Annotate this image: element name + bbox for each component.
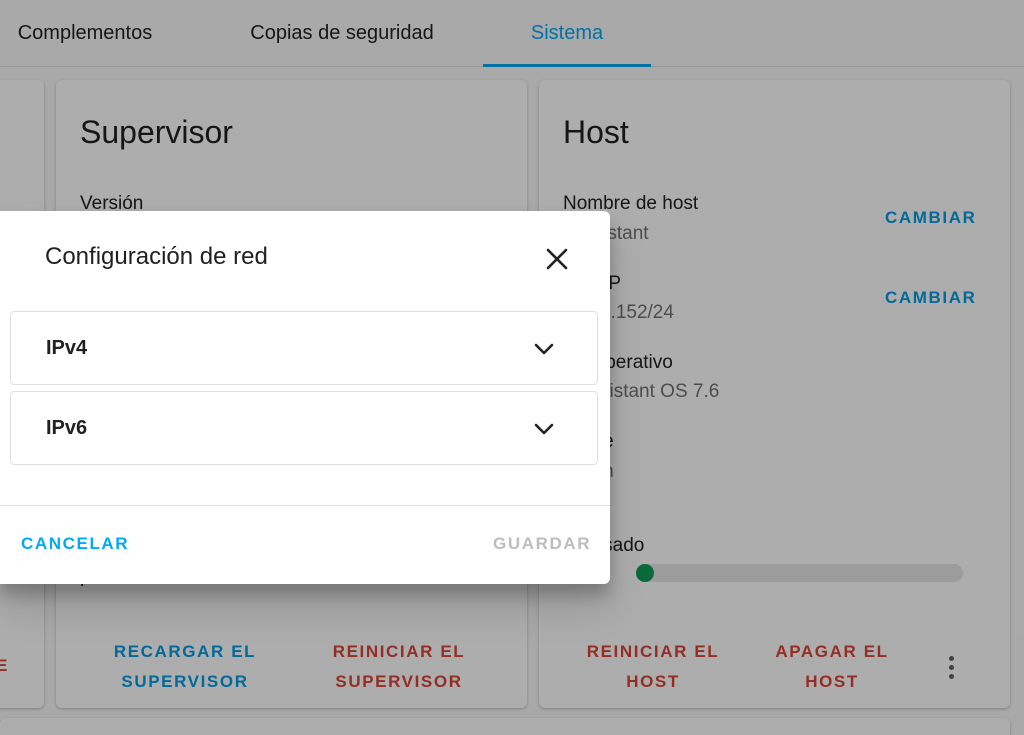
close-icon[interactable] xyxy=(538,240,576,278)
save-button[interactable]: GUARDAR xyxy=(493,529,591,559)
ipv4-panel[interactable]: IPv4 xyxy=(10,311,598,385)
ipv6-label: IPv6 xyxy=(46,416,88,439)
dialog-title: Configuración de red xyxy=(45,243,268,270)
network-config-dialog: Configuración de red IPv4 IPv6 CANCELAR … xyxy=(0,211,610,584)
chevron-down-icon xyxy=(529,414,559,444)
ipv4-label: IPv4 xyxy=(46,336,88,359)
cancel-button[interactable]: CANCELAR xyxy=(21,529,129,559)
chevron-down-icon xyxy=(529,334,559,364)
ipv6-panel[interactable]: IPv6 xyxy=(10,391,598,465)
dialog-divider xyxy=(0,505,610,506)
